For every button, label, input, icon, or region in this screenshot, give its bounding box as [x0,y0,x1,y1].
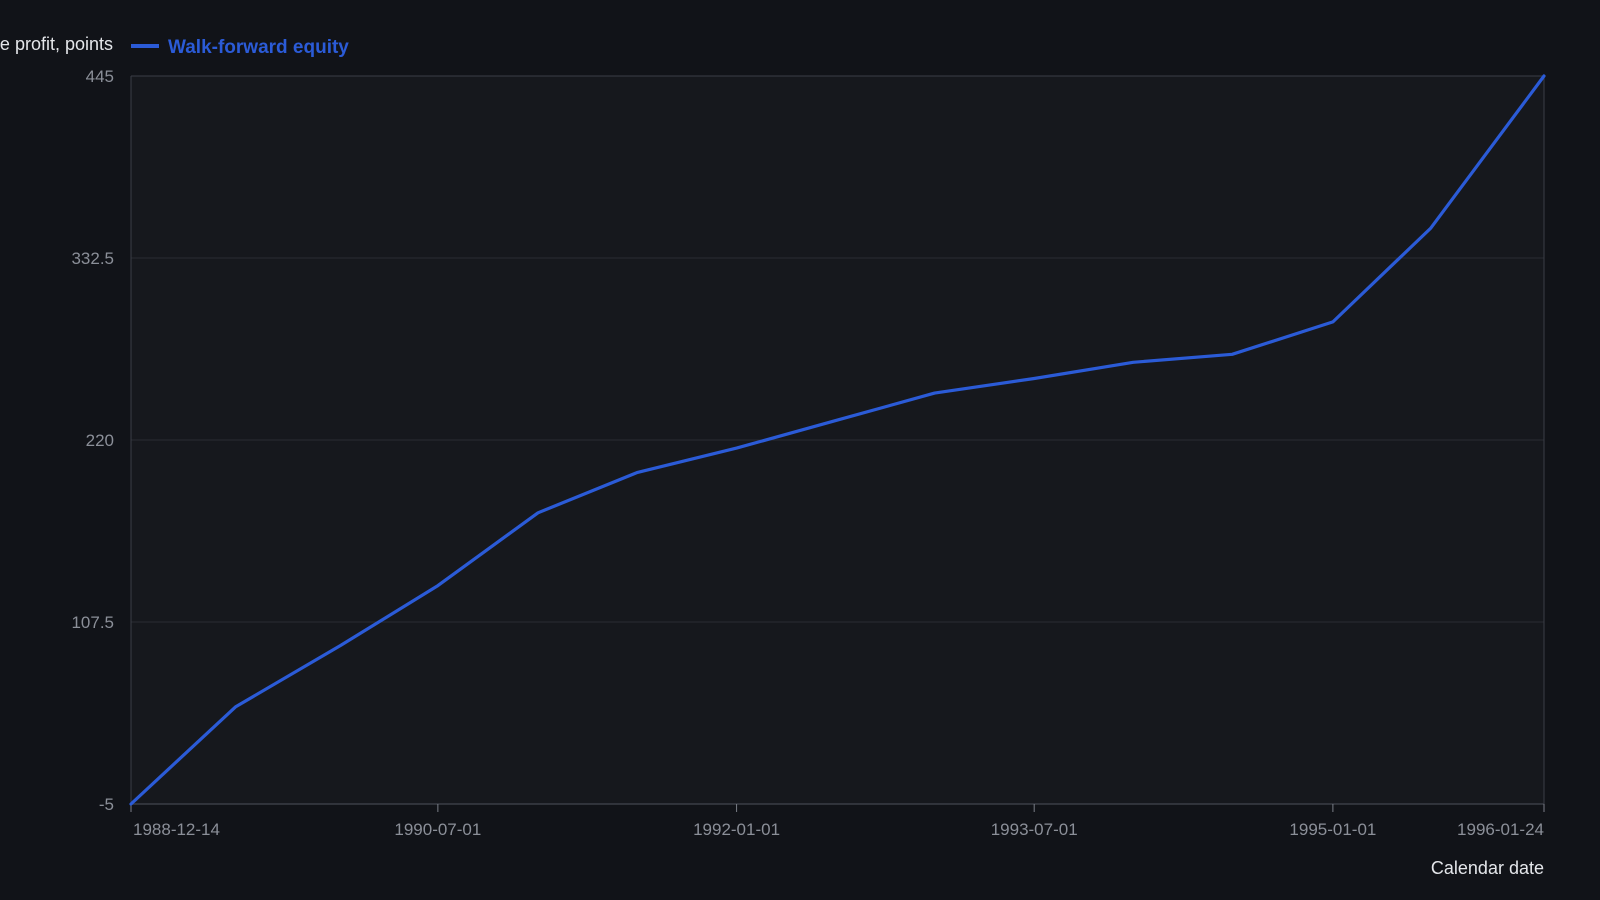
legend: Cumulative profit, points Walk-forward e… [0,34,349,58]
y-tick-label: 332.5 [71,249,114,268]
chart-container: -5 107.5 220 332.5 445 1988-12-14 1990-07-01 1… [0,0,1600,900]
x-tick-label: 1992-01-01 [693,820,780,839]
y-tick-label: -5 [99,795,114,814]
x-tick-label: 1995-01-01 [1289,820,1376,839]
y-axis-title: Cumulative profit, points [0,34,113,54]
y-tick-label: 107.5 [71,613,114,632]
x-tick-label: 1993-07-01 [991,820,1078,839]
x-tick-label: 1996-01-24 [1457,820,1544,839]
y-tick-label: 445 [86,67,114,86]
x-tick-label: 1988-12-14 [133,820,220,839]
y-axis-ticks: -5 107.5 220 332.5 445 [71,67,114,814]
x-axis-ticks: 1988-12-14 1990-07-01 1992-01-01 1993-07-01… [130,804,1545,839]
legend-label[interactable]: Walk-forward equity [168,37,349,58]
equity-line-chart: -5107.5220332.5445 1988-12-14 1990-07-01 1… [0,34,1546,878]
x-tick-label: 1990-07-01 [394,820,481,839]
y-tick-label: 220 [86,431,114,450]
x-axis-title: Calendar date [1431,858,1544,878]
